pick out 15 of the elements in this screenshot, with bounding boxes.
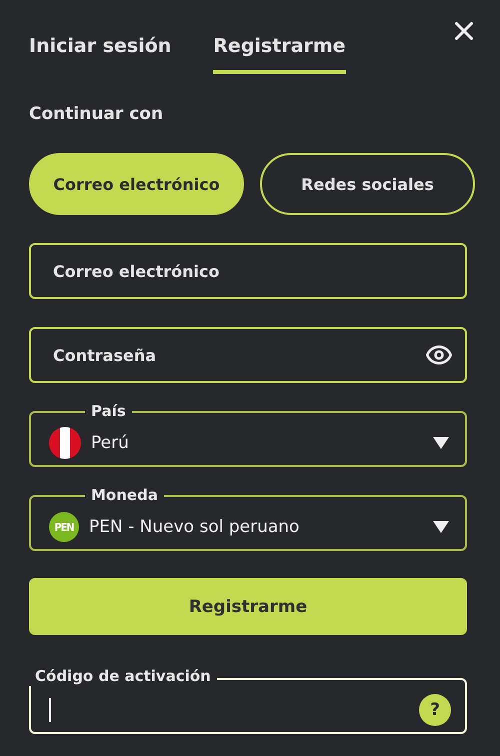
field-label: Código de activación xyxy=(29,666,217,686)
tab[interactable]: Registrarme xyxy=(213,0,346,74)
register-button[interactable]: Registrarme xyxy=(29,578,467,635)
flag-icon xyxy=(49,427,81,459)
password-field[interactable]: Contraseña xyxy=(29,327,467,383)
help-button[interactable]: ? xyxy=(419,694,451,726)
tab[interactable]: Iniciar sesión xyxy=(29,0,172,74)
caret-icon xyxy=(433,437,449,449)
text-cursor xyxy=(49,698,51,722)
method-button[interactable]: Redes sociales xyxy=(260,153,475,215)
email-field[interactable]: Correo electrónico xyxy=(29,243,467,299)
currency-badge: PEN xyxy=(49,512,79,542)
section-label: Continuar con xyxy=(29,104,164,124)
method-button[interactable]: Correo electrónico xyxy=(29,153,244,215)
caret-icon xyxy=(433,521,449,533)
